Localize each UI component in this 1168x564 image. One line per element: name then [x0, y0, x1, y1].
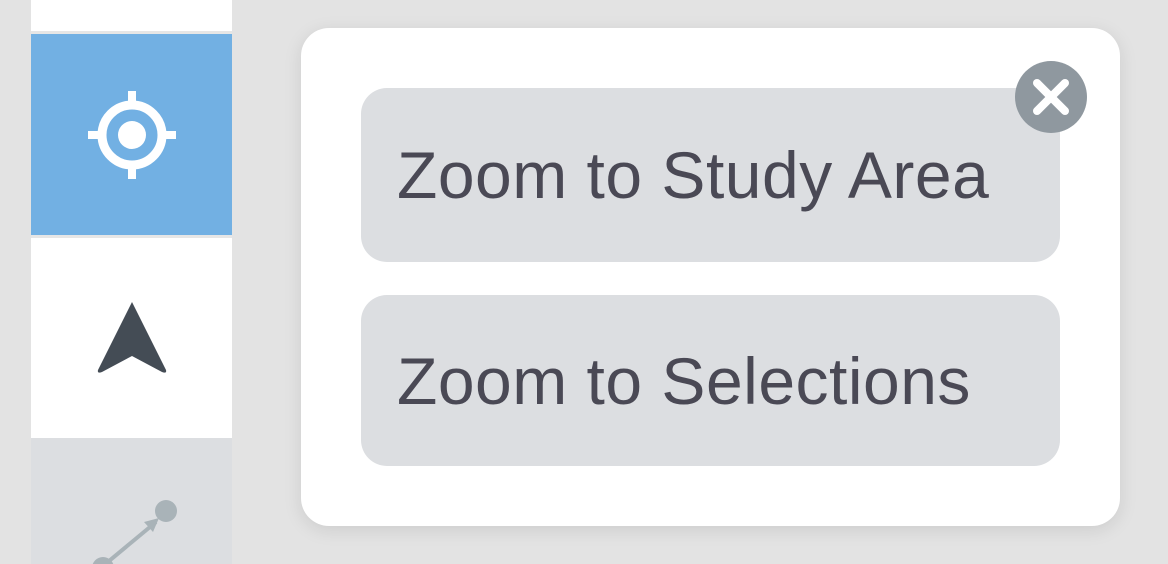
zoom-popup: Zoom to Study Area Zoom to Selections [301, 28, 1120, 526]
navigation-arrow-icon [97, 302, 166, 373]
zoom-to-study-area-label: Zoom to Study Area [397, 138, 990, 212]
zoom-to-study-area-button[interactable]: Zoom to Study Area [361, 88, 1060, 262]
measure-line-icon [92, 500, 177, 564]
close-popup-button[interactable] [1015, 61, 1087, 133]
north-arrow-tool-button[interactable] [31, 238, 232, 438]
map-viewport: Zoom to Study Area Zoom to Selections [0, 0, 1168, 564]
locate-tool-button[interactable] [31, 34, 232, 235]
measure-tool-button[interactable] [31, 438, 232, 564]
map-toolbar [31, 0, 232, 564]
crosshair-icon [87, 90, 176, 179]
toolbar-top-slot [31, 0, 232, 31]
close-icon [1033, 79, 1069, 115]
zoom-to-selections-label: Zoom to Selections [397, 343, 971, 418]
zoom-to-selections-button[interactable]: Zoom to Selections [361, 295, 1060, 466]
